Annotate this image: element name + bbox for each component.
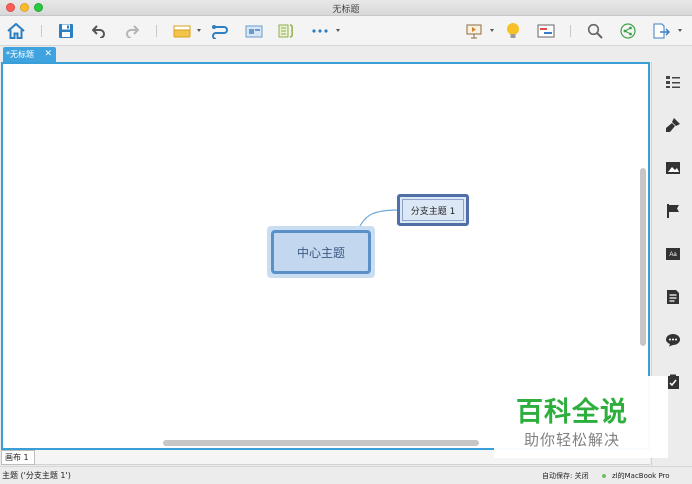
central-topic[interactable]: 中心主题 (271, 230, 371, 274)
presentation-dropdown[interactable] (490, 29, 494, 32)
document-tab-strip: *无标题 ✕ (0, 47, 692, 62)
autosave-status[interactable]: 自动保存: 关闭 (542, 471, 589, 481)
toolbar-separator (156, 25, 157, 37)
topic-insert-dropdown[interactable] (197, 29, 201, 32)
export-dropdown[interactable] (678, 29, 682, 32)
watermark-subtitle: 助你轻松解决 (524, 431, 621, 449)
toolbar-separator (41, 25, 42, 37)
summary-icon[interactable] (244, 21, 264, 41)
export-icon[interactable] (651, 21, 671, 41)
toolbar-separator (570, 25, 571, 37)
home-icon[interactable] (6, 21, 26, 41)
online-status-dot (602, 474, 606, 478)
tab-close-icon[interactable]: ✕ (44, 47, 52, 61)
idea-icon[interactable] (503, 21, 523, 41)
watermark-title: 百科全说 (516, 397, 628, 428)
outline-icon[interactable] (664, 73, 682, 91)
toolbar (0, 16, 692, 46)
boundary-icon[interactable] (276, 21, 296, 41)
relationship-icon[interactable] (210, 21, 230, 41)
tab-label: *无标题 (6, 50, 34, 59)
comments-icon[interactable] (664, 331, 682, 349)
title-bar: 无标题 (0, 0, 692, 16)
device-name: zl的MacBook Pro (612, 472, 670, 480)
share-icon[interactable] (618, 21, 638, 41)
status-bar: 主题 ('分支主题 1') 自动保存: 关闭 zl的MacBook Pro (0, 466, 692, 484)
selection-status: 主题 ('分支主题 1') (2, 471, 71, 480)
window-title: 无标题 (332, 5, 360, 15)
gantt-icon[interactable] (536, 21, 556, 41)
presentation-icon[interactable] (464, 21, 484, 41)
more-icon[interactable] (310, 21, 330, 41)
image-icon[interactable] (664, 159, 682, 177)
branch-topic[interactable]: 分支主题 1 (397, 194, 469, 226)
horizontal-scrollbar[interactable] (163, 440, 479, 446)
undo-icon[interactable] (89, 21, 109, 41)
sheet-tab-1[interactable]: 画布 1 (1, 450, 35, 465)
redo-icon[interactable] (122, 21, 142, 41)
format-brush-icon[interactable] (664, 116, 682, 134)
tab-untitled[interactable]: *无标题 ✕ (3, 47, 56, 62)
more-dropdown[interactable] (336, 29, 340, 32)
app-window: 无标题 *无标题 ✕ 中心主题 分支主题 1 画布 1 Aa 主题 ('分支主题… (0, 0, 692, 484)
notes-icon[interactable] (664, 288, 682, 306)
svg-text:Aa: Aa (669, 252, 677, 258)
flag-icon[interactable] (664, 202, 682, 220)
save-icon[interactable] (56, 21, 76, 41)
watermark: 百科全说 助你轻松解决 (494, 376, 668, 458)
text-style-icon[interactable]: Aa (664, 245, 682, 263)
vertical-scrollbar[interactable] (640, 168, 646, 346)
search-icon[interactable] (585, 21, 605, 41)
topic-insert-icon[interactable] (172, 21, 192, 41)
